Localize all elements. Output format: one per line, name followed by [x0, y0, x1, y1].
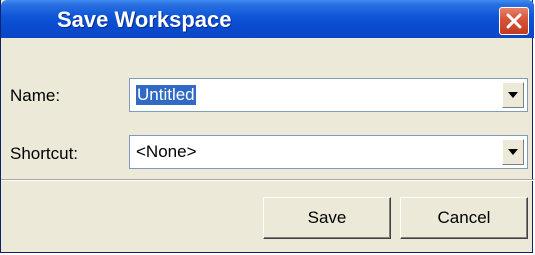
shortcut-combobox[interactable]: <None> — [129, 135, 528, 169]
close-button[interactable] — [499, 7, 529, 35]
save-button[interactable]: Save — [263, 197, 391, 239]
name-combobox[interactable]: Untitled — [129, 78, 528, 112]
separator — [1, 179, 534, 181]
title-bar[interactable]: Save Workspace — [1, 0, 534, 38]
name-input-value[interactable]: Untitled — [136, 85, 196, 105]
close-icon — [506, 13, 522, 29]
shortcut-label: Shortcut: — [10, 144, 79, 163]
save-workspace-dialog: Save Workspace Name: Untitled Shortcut: … — [0, 0, 534, 253]
name-label: Name: — [10, 86, 61, 105]
name-dropdown-button[interactable] — [502, 82, 524, 108]
cancel-button[interactable]: Cancel — [400, 197, 528, 239]
shortcut-dropdown-button[interactable] — [502, 139, 524, 165]
chevron-down-icon — [508, 149, 518, 155]
dialog-title: Save Workspace — [57, 7, 232, 32]
chevron-down-icon — [508, 92, 518, 98]
shortcut-value[interactable]: <None> — [136, 142, 197, 162]
